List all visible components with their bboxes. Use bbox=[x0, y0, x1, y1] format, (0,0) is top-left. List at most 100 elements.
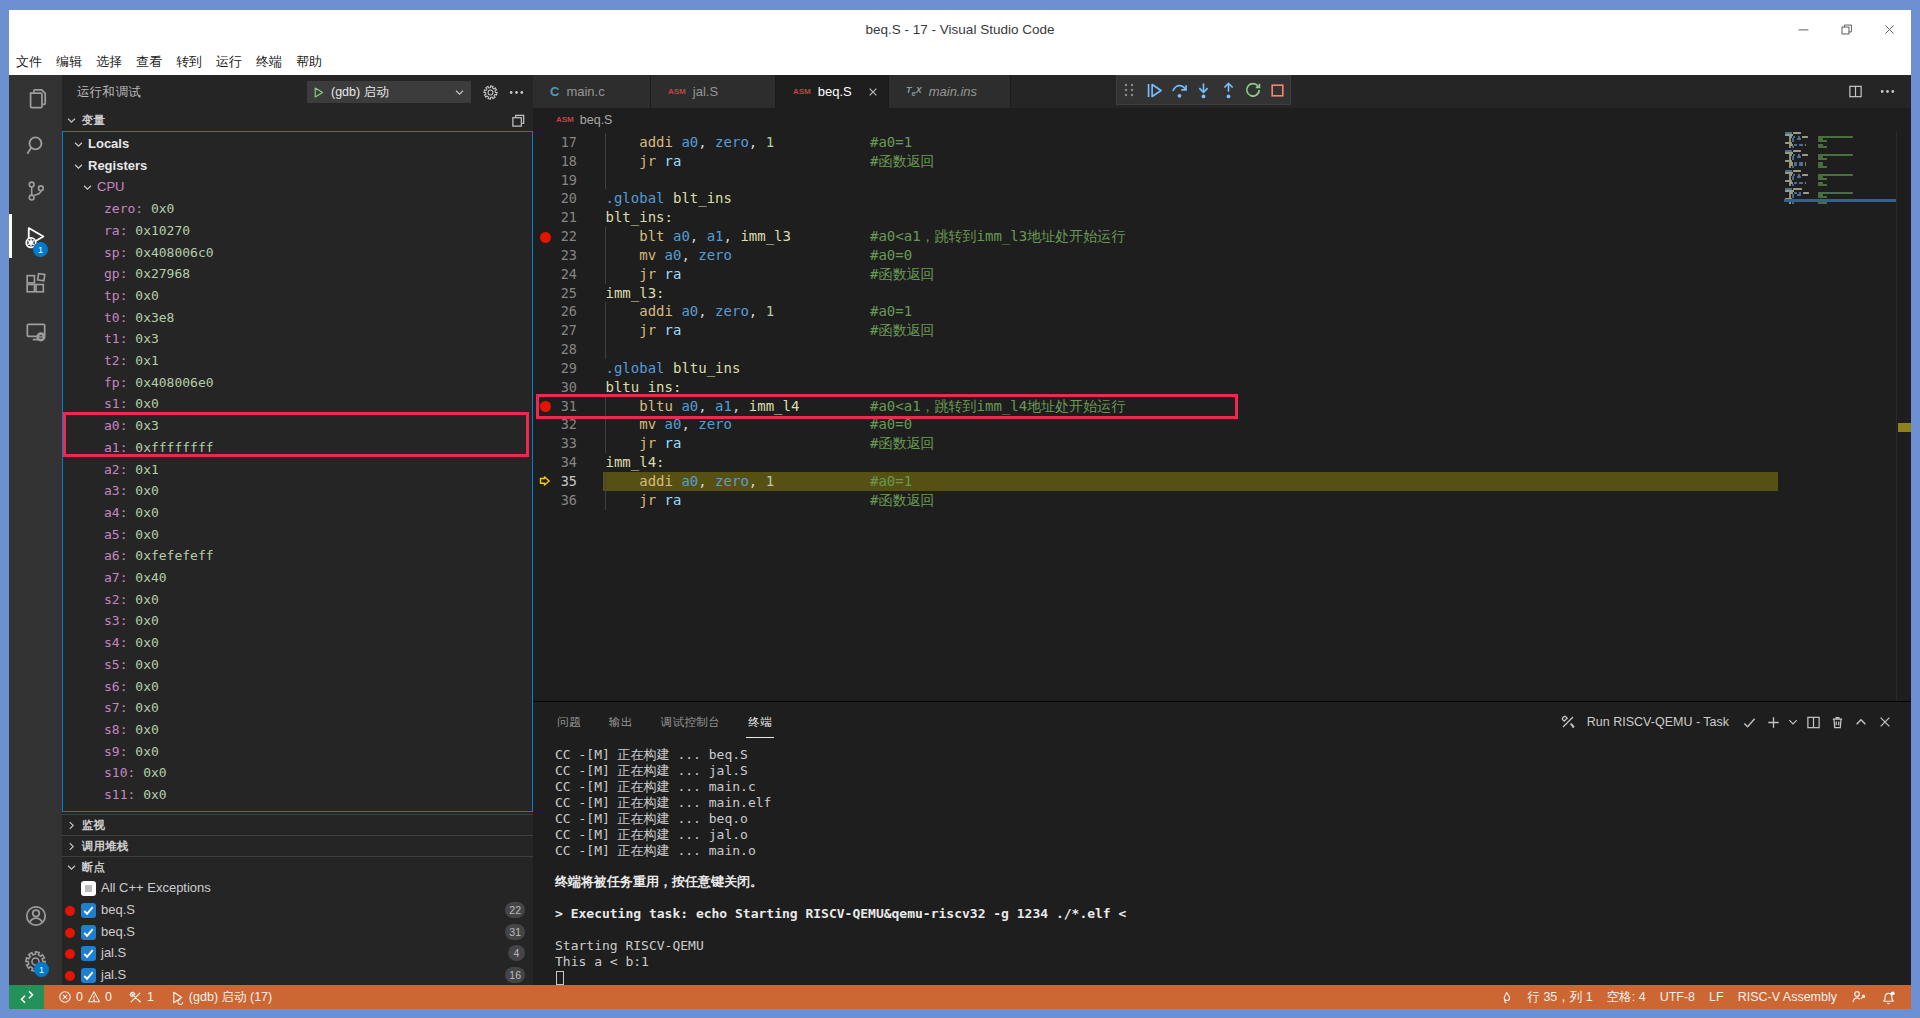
register-row-s5[interactable]: s5: 0x0 bbox=[63, 654, 532, 676]
debug-step-into-button[interactable] bbox=[1191, 77, 1216, 103]
activity-search[interactable] bbox=[9, 122, 62, 168]
register-row-s9[interactable]: s9: 0x0 bbox=[63, 741, 532, 763]
start-debug-icon[interactable] bbox=[312, 86, 325, 99]
feedback-icon[interactable] bbox=[1851, 989, 1867, 1005]
debug-restart-button[interactable] bbox=[1241, 77, 1266, 103]
breakpoint-row-jal.S-16[interactable]: jal.S16 bbox=[62, 965, 533, 986]
sidebar-more-actions-icon[interactable] bbox=[508, 84, 525, 101]
breakpoint-checkbox[interactable] bbox=[81, 881, 96, 896]
tab-main.ins[interactable]: TeXmain.ins bbox=[889, 75, 1011, 108]
menu-item[interactable]: 运行 bbox=[209, 48, 249, 75]
variables-section-header[interactable]: 变量 bbox=[62, 110, 533, 131]
register-row-t3[interactable]: t3: 0x0 bbox=[63, 806, 532, 812]
new-terminal-button[interactable] bbox=[1761, 711, 1785, 733]
breakpoint-row-beq.S-31[interactable]: beq.S31 bbox=[62, 922, 533, 944]
indentation-status[interactable]: 空格: 4 bbox=[1607, 989, 1646, 1006]
register-row-s10[interactable]: s10: 0x0 bbox=[63, 762, 532, 784]
panel-tab-终端[interactable]: 终端 bbox=[746, 713, 774, 738]
breakpoint-checkbox[interactable] bbox=[81, 968, 96, 983]
code-line-24[interactable]: 24 jr ra#函数返回 bbox=[533, 265, 1778, 284]
menu-item[interactable]: 文件 bbox=[9, 48, 49, 75]
maximize-panel-button[interactable] bbox=[1849, 711, 1873, 733]
running-tasks-status[interactable]: 1 bbox=[128, 990, 154, 1005]
register-row-a7[interactable]: a7: 0x40 bbox=[63, 567, 532, 589]
register-row-a3[interactable]: a3: 0x0 bbox=[63, 480, 532, 502]
register-row-a6[interactable]: a6: 0xfefefeff bbox=[63, 545, 532, 567]
minimap[interactable] bbox=[1784, 131, 1896, 701]
breakpoint-row-jal.S-4[interactable]: jal.S4 bbox=[62, 943, 533, 965]
activity-settings[interactable] bbox=[9, 938, 62, 984]
breakpoint-glyph[interactable] bbox=[540, 232, 551, 243]
menu-item[interactable]: 终端 bbox=[249, 48, 289, 75]
menu-item[interactable]: 转到 bbox=[169, 48, 209, 75]
close-button[interactable] bbox=[1868, 10, 1911, 48]
panel-tab-调试控制台[interactable]: 调试控制台 bbox=[659, 713, 723, 738]
register-row-zero[interactable]: zero: 0x0 bbox=[63, 198, 532, 220]
activity-account[interactable] bbox=[9, 893, 62, 939]
breakpoints-section-header[interactable]: 断点 bbox=[62, 857, 533, 878]
language-mode-status[interactable]: RISC-V Assembly bbox=[1738, 990, 1837, 1004]
debug-continue-button[interactable] bbox=[1142, 77, 1167, 103]
split-terminal-button[interactable] bbox=[1801, 711, 1825, 733]
debug-session-status[interactable]: (gdb) 启动 (17) bbox=[170, 989, 272, 1006]
debug-step-out-button[interactable] bbox=[1216, 77, 1241, 103]
breakpoint-checkbox[interactable] bbox=[81, 903, 96, 918]
register-row-s3[interactable]: s3: 0x0 bbox=[63, 610, 532, 632]
panel-tab-输出[interactable]: 输出 bbox=[607, 713, 635, 738]
tab-jal.S[interactable]: ASMjal.S bbox=[651, 75, 776, 108]
register-row-s6[interactable]: s6: 0x0 bbox=[63, 676, 532, 698]
minimize-button[interactable] bbox=[1782, 10, 1825, 48]
collapse-all-icon[interactable] bbox=[511, 113, 526, 128]
register-row-t1[interactable]: t1: 0x3 bbox=[63, 328, 532, 350]
register-row-s11[interactable]: s11: 0x0 bbox=[63, 784, 532, 806]
activity-source-control[interactable] bbox=[9, 168, 62, 214]
register-row-ra[interactable]: ra: 0x10270 bbox=[63, 220, 532, 242]
register-row-a5[interactable]: a5: 0x0 bbox=[63, 524, 532, 546]
tab-main.c[interactable]: Cmain.c bbox=[533, 75, 651, 108]
restore-button[interactable] bbox=[1825, 10, 1868, 48]
scope-row-locals[interactable]: Locals bbox=[63, 133, 532, 155]
code-line-17[interactable]: 17 addi a0, zero, 1#a0=1 bbox=[533, 133, 1778, 152]
activity-remote-explorer[interactable] bbox=[9, 309, 62, 355]
code-line-18[interactable]: 18 jr ra#函数返回 bbox=[533, 152, 1778, 171]
code-line-28[interactable]: 28 bbox=[533, 340, 1778, 359]
cursor-position-status[interactable]: 行 35，列 1 bbox=[1527, 989, 1592, 1006]
activity-explorer[interactable] bbox=[9, 76, 62, 122]
code-line-29[interactable]: 29.global bltu_ins bbox=[533, 359, 1778, 378]
tab-beq.S[interactable]: ASMbeq.S bbox=[776, 75, 889, 108]
exception-breakpoint-row[interactable]: All C++ Exceptions bbox=[62, 878, 533, 900]
register-row-s8[interactable]: s8: 0x0 bbox=[63, 719, 532, 741]
breakpoint-checkbox[interactable] bbox=[81, 925, 96, 940]
code-line-22[interactable]: 22 blt a0, a1, imm_l3#a0<a1，跳转到imm_l3地址处… bbox=[533, 227, 1778, 246]
watch-section-header[interactable]: 监视 bbox=[62, 815, 533, 835]
panel-tab-问题[interactable]: 问题 bbox=[555, 713, 583, 738]
debug-step-over-button[interactable] bbox=[1167, 77, 1192, 103]
code-line-36[interactable]: 36 jr ra#函数返回 bbox=[533, 491, 1778, 510]
terminal-dropdown-icon[interactable] bbox=[1785, 711, 1801, 733]
register-row-a4[interactable]: a4: 0x0 bbox=[63, 502, 532, 524]
breakpoint-row-beq.S-22[interactable]: beq.S22 bbox=[62, 900, 533, 922]
register-row-a2[interactable]: a2: 0x1 bbox=[63, 459, 532, 481]
split-editor-icon[interactable] bbox=[1843, 80, 1867, 102]
remote-indicator[interactable] bbox=[9, 985, 44, 1009]
register-group-cpu[interactable]: CPU bbox=[63, 176, 532, 198]
code-line-20[interactable]: 20.global blt_ins bbox=[533, 189, 1778, 208]
register-row-s4[interactable]: s4: 0x0 bbox=[63, 632, 532, 654]
register-row-tp[interactable]: tp: 0x0 bbox=[63, 285, 532, 307]
debug-config-select[interactable]: (gdb) 启动 bbox=[307, 81, 471, 103]
debug-stop-button[interactable] bbox=[1265, 77, 1290, 103]
toolbar-grip-icon[interactable] bbox=[1122, 82, 1136, 98]
breadcrumb[interactable]: ASM beq.S bbox=[533, 108, 1911, 131]
terminal-output[interactable]: CC -[M] 正在构建 ... beq.SCC -[M] 正在构建 ... j… bbox=[555, 747, 1885, 993]
code-line-19[interactable]: 19 bbox=[533, 171, 1778, 190]
encoding-status[interactable]: UTF-8 bbox=[1660, 990, 1695, 1004]
scope-row-registers[interactable]: Registers bbox=[63, 155, 532, 177]
code-line-33[interactable]: 33 jr ra#函数返回 bbox=[533, 434, 1778, 453]
register-row-sp[interactable]: sp: 0x408006c0 bbox=[63, 242, 532, 264]
callstack-section-header[interactable]: 调用堆栈 bbox=[62, 836, 533, 856]
code-line-23[interactable]: 23 mv a0, zero#a0=0 bbox=[533, 246, 1778, 265]
kill-terminal-button[interactable] bbox=[1825, 711, 1849, 733]
code-line-34[interactable]: 34imm_l4: bbox=[533, 453, 1778, 472]
tab-close-icon[interactable] bbox=[867, 86, 879, 98]
problems-status[interactable]: 0 0 bbox=[58, 990, 112, 1004]
